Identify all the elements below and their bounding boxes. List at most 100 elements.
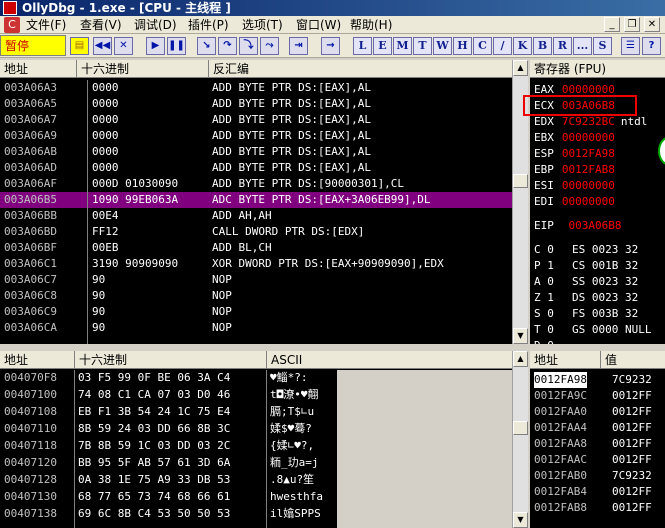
disasm-row[interactable]: 003A06A7 0000 ADD BYTE PTR DS:[EAX],AL (0, 112, 512, 128)
disasm-row[interactable]: 003A06AF 000D 01030090 ADD BYTE PTR DS:[90… (0, 176, 512, 192)
col-stack-address[interactable]: 地址 (530, 351, 600, 368)
disasm-instruction: ADD BYTE PTR DS:[EAX],AL (212, 81, 371, 94)
stack-row[interactable]: 0012FAB0 7C9232 (530, 468, 665, 484)
call-stack-button[interactable]: K (513, 37, 532, 55)
menu-window[interactable]: 窗口(W) (296, 17, 341, 33)
dump-row[interactable]: 00407120 BB 95 5F AB 57 61 3D 6A 粫_玏a=j (0, 455, 337, 471)
stack-row[interactable]: 0012FAA4 0012FF (530, 420, 665, 436)
references-button[interactable]: R (553, 37, 572, 55)
disassembly-header: 地址 十六进制 反汇编 (0, 60, 512, 78)
disasm-row[interactable]: 003A06BD FF12 CALL DWORD PTR DS:[EDX] (0, 224, 512, 240)
step-over-icon[interactable]: ↷ (218, 37, 237, 55)
trace-over-icon[interactable]: ⤳ (260, 37, 279, 55)
menu-help[interactable]: 帮助(H) (350, 17, 392, 33)
menu-options[interactable]: 选项(T) (242, 17, 283, 33)
register-edi[interactable]: EDI 00000000 (534, 194, 621, 210)
disasm-row[interactable]: 003A06AB 0000 ADD BYTE PTR DS:[EAX],AL (0, 144, 512, 160)
disasm-row[interactable]: 003A06C8 90 NOP (0, 288, 512, 304)
col-disassembly[interactable]: 反汇编 (208, 60, 512, 77)
disasm-row[interactable]: 003A06BB 00E4 ADD AH,AH (0, 208, 512, 224)
disasm-row[interactable]: 003A06CA 90 NOP (0, 320, 512, 336)
menu-view[interactable]: 查看(V) (80, 17, 122, 33)
scroll-up-icon[interactable]: ▲ (513, 60, 528, 76)
stack-row[interactable]: 0012FAB4 0012FF (530, 484, 665, 500)
col-dump-hex[interactable]: 十六进制 (74, 351, 266, 368)
patches-button[interactable]: / (493, 37, 512, 55)
disasm-row[interactable]: 003A06C7 90 NOP (0, 272, 512, 288)
menu-debug[interactable]: 调试(D) (134, 17, 177, 33)
close-icon[interactable]: ✕ (114, 37, 133, 55)
dump-row[interactable]: 00407138 69 6C 8B C4 53 50 50 53 il嬆SPPS (0, 506, 337, 522)
step-into-icon[interactable]: ↘ (197, 37, 216, 55)
dump-scroll-down-icon[interactable]: ▼ (513, 512, 528, 528)
source-button[interactable]: S (593, 37, 612, 55)
col-address[interactable]: 地址 (0, 60, 76, 77)
breakpoints-button[interactable]: B (533, 37, 552, 55)
col-dump-ascii[interactable]: ASCII (266, 351, 336, 368)
disasm-row[interactable]: 003A06C1 3190 90909090 XOR DWORD PTR DS:[E… (0, 256, 512, 272)
dump-row[interactable]: 004070F8 03 F5 99 0F BE 06 3A C4 ♥鯔*?: (0, 370, 337, 386)
disasm-row[interactable]: 003A06BF 00EB ADD BL,CH (0, 240, 512, 256)
threads-button[interactable]: T (413, 37, 432, 55)
col-dump-address[interactable]: 地址 (0, 351, 74, 368)
stack-row[interactable]: 0012FAAC 0012FF (530, 452, 665, 468)
memory-dump-pane[interactable]: 地址 十六进制 ASCII 004070F8 03 F5 99 0F BE 06 … (0, 351, 528, 528)
minimize-button[interactable]: _ (604, 17, 620, 32)
dump-row[interactable]: 00407118 7B 8B 59 1C 03 DD 03 2C {媃∟♥?, (0, 438, 337, 454)
cpu-window-icon[interactable]: C (4, 17, 20, 33)
dump-scroll-thumb[interactable] (513, 421, 528, 435)
disasm-row-selected[interactable]: 003A06B5 1090 99EB063A ADC BYTE PTR DS:[EA… (0, 192, 512, 208)
options-icon[interactable]: ☰ (621, 37, 640, 55)
help-icon[interactable]: ? (642, 37, 661, 55)
stack-row[interactable]: 0012FA9C 0012FF (530, 388, 665, 404)
scroll-thumb[interactable] (513, 174, 528, 188)
open-icon[interactable]: ▤ (70, 37, 89, 55)
dump-scrollbar[interactable]: ▲ ▼ (512, 351, 528, 528)
restore-button[interactable]: ❐ (624, 17, 640, 32)
col-stack-value[interactable]: 值 (600, 351, 665, 368)
close-window-button[interactable]: ✕ (644, 17, 660, 32)
pause-icon[interactable]: ❚❚ (167, 37, 186, 55)
menu-plugins[interactable]: 插件(P) (188, 17, 229, 33)
dump-row[interactable]: 00407128 0A 38 1E 75 A9 33 DB 53 .8▲u?笙 (0, 472, 337, 488)
stack-row[interactable]: 0012FAA8 0012FF (530, 436, 665, 452)
dump-row[interactable]: 00407108 EB F1 3B 54 24 1C 75 E4 膈;T$∟u (0, 404, 337, 420)
stack-row[interactable]: 0012FAA0 0012FF (530, 404, 665, 420)
disasm-row[interactable]: 003A06A5 0000 ADD BYTE PTR DS:[EAX],AL (0, 96, 512, 112)
trace-into-icon[interactable]: ⤵ (239, 37, 258, 55)
handles-button[interactable]: H (453, 37, 472, 55)
run-icon[interactable]: ▶ (146, 37, 165, 55)
registers-header[interactable]: 寄存器 (FPU) (530, 60, 665, 78)
register-ebp[interactable]: EBP 0012FAB8 (534, 162, 621, 178)
register-esp[interactable]: ESP 0012FA98 (534, 146, 621, 162)
log-window-button[interactable]: L (353, 37, 372, 55)
dump-scroll-up-icon[interactable]: ▲ (513, 351, 528, 367)
modules-button[interactable]: E (373, 37, 392, 55)
windows-button[interactable]: W (433, 37, 452, 55)
register-edx[interactable]: EDX 7C9232BC ntdl (534, 114, 647, 130)
stack-row-top[interactable]: 0012FA98 7C9232 (530, 372, 665, 388)
stack-row[interactable]: 0012FAB8 0012FF (530, 500, 665, 516)
dump-row[interactable]: 00407100 74 08 C1 CA 07 03 D0 46 t◘潦•♥翸 (0, 387, 337, 403)
register-eip[interactable]: EIP 003A06B8 (534, 218, 621, 234)
status-paused: 暂停 (0, 35, 66, 56)
disasm-row[interactable]: 003A06A3 0000 ADD BYTE PTR DS:[EAX],AL (0, 80, 512, 96)
disasm-row[interactable]: 003A06A9 0000 ADD BYTE PTR DS:[EAX],AL (0, 128, 512, 144)
stack-pane[interactable]: 地址 值 0012FA98 7C9232 0012FA9C 0012FF 0012FAA… (530, 351, 665, 528)
scroll-down-icon[interactable]: ▼ (513, 328, 528, 344)
disasm-row[interactable]: 003A06C9 90 NOP (0, 304, 512, 320)
disasm-row[interactable]: 003A06AD 0000 ADD BYTE PTR DS:[EAX],AL (0, 160, 512, 176)
goto-icon[interactable]: → (321, 37, 340, 55)
memory-button[interactable]: M (393, 37, 412, 55)
disassembly-pane[interactable]: 地址 十六进制 反汇编 003A06A3 0000 ADD BYTE PTR DS:… (0, 60, 528, 344)
run-trace-button[interactable]: ... (573, 37, 592, 55)
register-ebx[interactable]: EBX 00000000 (534, 130, 621, 146)
menu-file[interactable]: 文件(F) (26, 17, 66, 33)
execute-till-return-icon[interactable]: ⇥ (289, 37, 308, 55)
col-hex[interactable]: 十六进制 (76, 60, 208, 77)
register-esi[interactable]: ESI 00000000 (534, 178, 621, 194)
dump-row[interactable]: 00407130 68 77 65 73 74 68 66 61 hwesthfa (0, 489, 337, 505)
dump-row[interactable]: 00407110 8B 59 24 03 DD 66 8B 3C 媃$♥蓦? (0, 421, 337, 437)
rewind-icon[interactable]: ◀◀ (93, 37, 112, 55)
cpu-button[interactable]: C (473, 37, 492, 55)
